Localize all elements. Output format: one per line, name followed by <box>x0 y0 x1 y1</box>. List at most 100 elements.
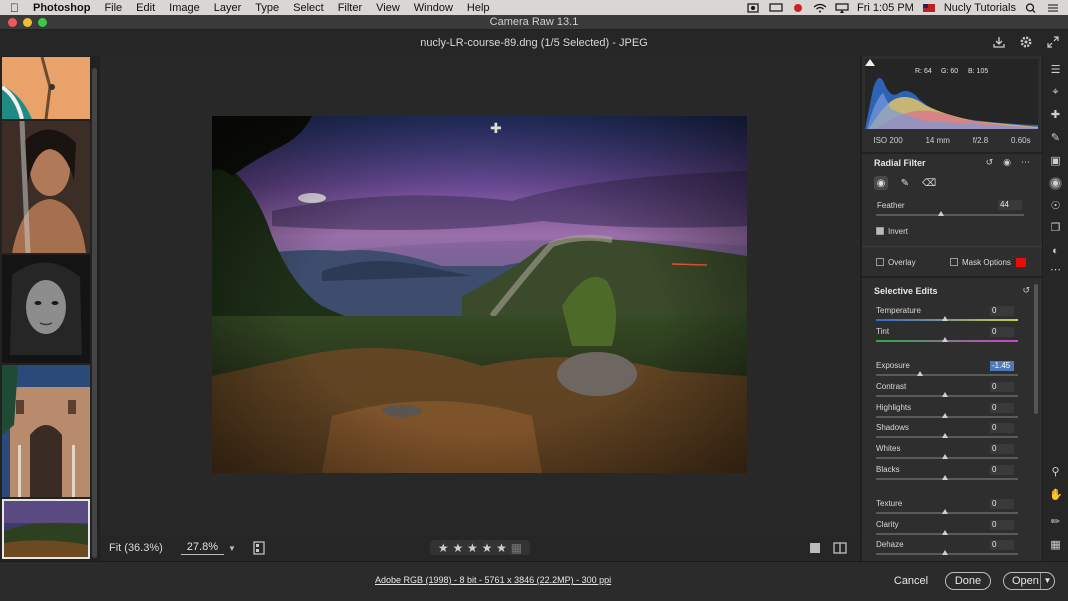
zoom-chevron-icon[interactable]: ▼ <box>228 544 236 553</box>
menu-layer[interactable]: Layer <box>207 2 249 14</box>
whites-value[interactable]: 0 <box>990 444 1014 454</box>
star-icon[interactable]: ★ <box>467 541 478 555</box>
apple-icon[interactable]:  <box>10 1 24 15</box>
search-icon[interactable] <box>1024 2 1038 13</box>
eye-icon[interactable]: ◉ <box>1003 157 1011 168</box>
clarity-slider-thumb[interactable] <box>942 530 948 535</box>
grid-icon[interactable]: ▦ <box>1049 539 1062 552</box>
edit-sliders-icon[interactable]: ☰ <box>1049 64 1062 77</box>
control-center-icon[interactable] <box>1046 3 1060 13</box>
whites-slider-thumb[interactable] <box>942 454 948 459</box>
save-image-icon[interactable] <box>992 35 1006 49</box>
dehaze-slider-thumb[interactable] <box>942 550 948 555</box>
shadows-slider-thumb[interactable] <box>942 433 948 438</box>
radial-filter-icon[interactable]: ◉ <box>1049 177 1062 190</box>
red-eye-icon[interactable]: ☉ <box>1049 200 1062 213</box>
more-tools-icon[interactable]: ⋯ <box>1049 264 1062 277</box>
menu-file[interactable]: File <box>97 2 129 14</box>
histogram[interactable]: R: 64 G: 60 B: 105 <box>865 59 1038 129</box>
open-button[interactable]: Open ▼ <box>1003 572 1055 590</box>
color-sampler-icon[interactable]: ✏ <box>1049 516 1062 529</box>
done-button[interactable]: Done <box>945 572 991 590</box>
feather-value[interactable]: 44 <box>998 200 1022 210</box>
shadow-clipping-icon[interactable] <box>865 59 875 66</box>
menu-view[interactable]: View <box>369 2 407 14</box>
filmstrip-thumb-4[interactable] <box>2 365 90 497</box>
temperature-value[interactable]: 0 <box>990 306 1014 316</box>
blacks-value[interactable]: 0 <box>990 465 1014 475</box>
zoom-level-select[interactable]: 27.8% <box>180 541 224 555</box>
menu-app-name[interactable]: Photoshop <box>26 2 97 14</box>
menu-edit[interactable]: Edit <box>129 2 162 14</box>
menu-filter[interactable]: Filter <box>331 2 369 14</box>
creative-cloud-icon[interactable] <box>791 3 805 13</box>
reset-icon[interactable]: ↺ <box>986 157 994 168</box>
cancel-button[interactable]: Cancel <box>885 572 937 590</box>
filmstrip-thumb-5-selected[interactable] <box>2 499 90 559</box>
filmstrip-thumb-1[interactable] <box>2 57 90 119</box>
menubar-user[interactable]: Nucly Tutorials <box>944 2 1016 14</box>
menu-help[interactable]: Help <box>460 2 497 14</box>
single-view-icon[interactable] <box>809 542 821 554</box>
radial-filter-pin-icon[interactable]: ✚ <box>490 120 502 137</box>
main-photo[interactable] <box>212 116 747 473</box>
exposure-slider[interactable] <box>876 374 1018 376</box>
exposure-value[interactable]: -1.45 <box>990 361 1014 371</box>
mask-options-checkbox[interactable] <box>950 258 958 266</box>
panel-scrollbar[interactable] <box>1034 284 1038 414</box>
image-canvas[interactable]: ✚ <box>100 56 860 535</box>
open-options-chevron-icon[interactable]: ▼ <box>1040 573 1054 589</box>
star-icon[interactable]: ★ <box>482 541 493 555</box>
invert-checkbox[interactable] <box>876 227 884 235</box>
contrast-value[interactable]: 0 <box>990 382 1014 392</box>
shadows-value[interactable]: 0 <box>990 423 1014 433</box>
healing-icon[interactable]: ✚ <box>1049 109 1062 122</box>
menubar-clock[interactable]: Fri 1:05 PM <box>857 2 914 14</box>
filmstrip-thumb-2[interactable] <box>2 121 90 253</box>
radial-mask-tool-icon[interactable]: ◉ <box>874 176 888 190</box>
zoom-fit-button[interactable]: Fit (36.3%) <box>109 542 163 554</box>
trash-icon[interactable]: ▦ <box>511 541 522 555</box>
star-icon[interactable]: ★ <box>452 541 463 555</box>
star-icon[interactable]: ★ <box>438 541 449 555</box>
highlights-value[interactable]: 0 <box>990 403 1014 413</box>
hand-icon[interactable]: ✋ <box>1049 489 1063 502</box>
workflow-options-link[interactable]: Adobe RGB (1998) - 8 bit - 5761 x 3846 (… <box>375 575 611 585</box>
star-icon[interactable]: ★ <box>496 541 507 555</box>
temperature-slider-thumb[interactable] <box>942 316 948 321</box>
filmstrip-thumb-3[interactable] <box>2 255 90 363</box>
filmstrip-toggle-icon[interactable] <box>252 541 266 555</box>
zoom-icon[interactable]: ⚲ <box>1049 466 1062 479</box>
tint-slider-thumb[interactable] <box>942 337 948 342</box>
before-after-icon[interactable] <box>833 542 847 554</box>
menu-select[interactable]: Select <box>286 2 331 14</box>
eraser-tool-icon[interactable]: ⌫ <box>922 176 936 190</box>
mask-color-swatch[interactable] <box>1016 258 1026 267</box>
menu-type[interactable]: Type <box>248 2 286 14</box>
texture-value[interactable]: 0 <box>990 499 1014 509</box>
snapshots-icon[interactable]: ❐ <box>1049 222 1062 235</box>
highlights-slider-thumb[interactable] <box>942 413 948 418</box>
blacks-slider-thumb[interactable] <box>942 475 948 480</box>
gear-icon[interactable] <box>1019 35 1033 49</box>
display-icon[interactable] <box>769 2 783 13</box>
screen-record-icon[interactable] <box>747 2 761 13</box>
feather-slider-thumb[interactable] <box>938 211 945 216</box>
contrast-slider-thumb[interactable] <box>942 392 948 397</box>
wifi-icon[interactable] <box>813 3 827 13</box>
exposure-slider-thumb[interactable] <box>917 371 923 376</box>
clarity-value[interactable]: 0 <box>990 520 1014 530</box>
more-options-icon[interactable]: ⋯ <box>1021 157 1030 168</box>
full-screen-icon[interactable] <box>1046 35 1060 49</box>
overlay-checkbox[interactable] <box>876 258 884 266</box>
minimize-window-button[interactable] <box>23 18 32 27</box>
filmstrip-scrollbar[interactable] <box>92 68 97 558</box>
adjustment-brush-icon[interactable]: ✎ <box>1049 132 1062 145</box>
airplay-icon[interactable] <box>835 2 849 13</box>
brush-tool-icon[interactable]: ✎ <box>898 176 912 190</box>
close-window-button[interactable] <box>8 18 17 27</box>
crop-icon[interactable]: ⌖ <box>1049 86 1062 99</box>
menu-window[interactable]: Window <box>407 2 460 14</box>
star-rating[interactable]: ★ ★ ★ ★ ★ ▦ <box>430 540 530 555</box>
menu-image[interactable]: Image <box>162 2 207 14</box>
